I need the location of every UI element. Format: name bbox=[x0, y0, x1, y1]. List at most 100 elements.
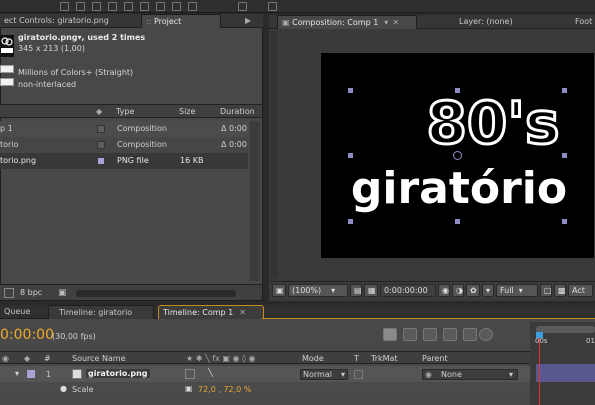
panel-menu-icon[interactable]: ▶ bbox=[245, 16, 255, 26]
safe-zones-icon[interactable]: ▤ bbox=[350, 284, 362, 297]
tab-footage[interactable]: Foot bbox=[571, 15, 595, 29]
column-duration[interactable]: Duration bbox=[220, 107, 255, 116]
time-navigator[interactable] bbox=[536, 326, 595, 333]
label-color[interactable] bbox=[97, 125, 105, 133]
tab-timeline-giratorio[interactable]: Timeline: giratorio bbox=[48, 305, 154, 319]
project-scrollbar[interactable] bbox=[250, 121, 260, 281]
column-type[interactable]: Type bbox=[116, 107, 134, 116]
column-size[interactable]: Size bbox=[179, 107, 195, 116]
tool-icon[interactable] bbox=[92, 2, 101, 11]
chevron-down-icon[interactable]: ▾ bbox=[384, 18, 388, 27]
stopwatch-icon[interactable]: ● bbox=[60, 384, 67, 393]
active-tab-underline bbox=[262, 318, 595, 319]
transform-handle[interactable] bbox=[348, 88, 353, 93]
close-icon[interactable]: ✕ bbox=[392, 18, 399, 27]
switches-icons[interactable]: ★ ✱ ╲ fx ▣ ◉ ◊ ◉ bbox=[186, 354, 256, 363]
bit-depth-button[interactable]: 8 bpc bbox=[20, 288, 42, 297]
transform-handle[interactable] bbox=[562, 88, 567, 93]
tool-icon[interactable] bbox=[268, 2, 277, 11]
chevron-down-icon: ▾ bbox=[509, 370, 514, 379]
shy-switch-icon[interactable] bbox=[185, 369, 195, 379]
tab-project-label: Project bbox=[153, 17, 182, 26]
current-time-display[interactable]: 0:00:00:00 bbox=[380, 284, 436, 297]
preserve-transparency-checkbox[interactable] bbox=[354, 370, 363, 379]
tab-project[interactable]: :: Project bbox=[141, 14, 221, 28]
top-toolbar bbox=[0, 0, 595, 13]
column-trkmat[interactable]: TrkMat bbox=[371, 354, 398, 363]
column-parent[interactable]: Parent bbox=[422, 354, 448, 363]
property-value[interactable]: 72,0 , 72,0 % bbox=[198, 385, 251, 394]
tool-icon[interactable] bbox=[140, 2, 149, 11]
hide-shy-layers-icon[interactable] bbox=[443, 328, 457, 341]
close-icon[interactable]: ✕ bbox=[239, 308, 246, 317]
timeline-current-time[interactable]: 0:00:00 bbox=[0, 327, 54, 343]
snapshot-icon[interactable]: ◉ bbox=[438, 284, 450, 297]
draft-3d-icon[interactable] bbox=[423, 328, 437, 341]
chevron-down-icon: ▾ bbox=[331, 286, 336, 295]
project-row[interactable]: torio Composition Δ 0:00 bbox=[0, 137, 248, 153]
tool-icon[interactable] bbox=[156, 2, 165, 11]
interpret-footage-icon[interactable] bbox=[4, 288, 14, 298]
blend-mode-dropdown[interactable]: Normal ▾ bbox=[300, 369, 348, 380]
tab-effect-controls[interactable]: ect Controls: giratorio.png bbox=[0, 14, 113, 28]
transform-handle[interactable] bbox=[455, 88, 460, 93]
column-t[interactable]: T bbox=[354, 354, 359, 363]
transform-handle[interactable] bbox=[455, 219, 460, 224]
label-color[interactable] bbox=[97, 141, 105, 149]
color-swatch bbox=[0, 65, 14, 73]
label-color[interactable] bbox=[97, 157, 105, 165]
tool-icon[interactable] bbox=[188, 2, 197, 11]
region-of-interest-icon[interactable]: □ bbox=[540, 284, 552, 297]
tool-icon[interactable] bbox=[60, 2, 69, 11]
label-column-icon[interactable]: ◆ bbox=[96, 107, 102, 116]
audio-video-icon[interactable]: ◉ bbox=[2, 354, 9, 363]
anchor-point-icon[interactable] bbox=[453, 151, 462, 160]
timeline-layer-row[interactable]: ▾ 1 giratorio.png ╲ Normal ▾ ◉ None ▾ bbox=[0, 366, 530, 382]
timeline-property-row[interactable]: ● Scale ▣ 72,0 , 72,0 % bbox=[0, 382, 530, 398]
horizontal-scrollbar[interactable] bbox=[76, 290, 236, 297]
layer-name[interactable]: giratorio.png bbox=[86, 369, 150, 378]
always-preview-icon[interactable]: ▣ bbox=[272, 284, 286, 297]
grid-icon[interactable]: ▦ bbox=[364, 284, 378, 297]
project-row[interactable]: p 1 Composition Δ 0:00 bbox=[0, 121, 248, 137]
tab-render-queue[interactable]: Queue bbox=[0, 305, 34, 319]
frame-blending-icon[interactable] bbox=[463, 328, 477, 341]
parent-dropdown[interactable]: ◉ None ▾ bbox=[422, 369, 518, 380]
transform-handle[interactable] bbox=[348, 219, 353, 224]
motion-blur-icon[interactable] bbox=[479, 328, 493, 341]
constrain-proportions-icon[interactable]: ▣ bbox=[185, 384, 193, 393]
layer-label-color[interactable] bbox=[27, 370, 35, 378]
channel-icon[interactable]: ✿ bbox=[466, 284, 480, 297]
live-update-icon[interactable] bbox=[403, 328, 417, 341]
expand-arrow-icon[interactable]: ▾ bbox=[15, 369, 19, 378]
resolution-dropdown[interactable]: Full ▾ bbox=[496, 284, 538, 297]
tool-icon[interactable] bbox=[238, 2, 247, 11]
color-channel-dropdown[interactable]: ▾ bbox=[482, 284, 494, 297]
magnification-dropdown[interactable]: (100%) ▾ bbox=[288, 284, 348, 297]
tab-layer[interactable]: Layer: (none) bbox=[455, 15, 517, 29]
show-snapshot-icon[interactable]: ◑ bbox=[452, 284, 464, 297]
column-mode[interactable]: Mode bbox=[302, 354, 324, 363]
time-indicator-head[interactable] bbox=[536, 332, 543, 338]
footage-file-icon bbox=[72, 369, 82, 379]
tool-icon[interactable] bbox=[172, 2, 181, 11]
tab-composition[interactable]: ▣ Composition: Comp 1 ▾ ✕ bbox=[277, 15, 417, 29]
active-camera-dropdown[interactable]: Act bbox=[568, 284, 593, 297]
current-time-indicator[interactable] bbox=[539, 334, 540, 405]
transparency-grid-icon[interactable]: ▩ bbox=[554, 284, 566, 297]
quality-switch-icon[interactable]: ╲ bbox=[208, 368, 213, 377]
transform-handle[interactable] bbox=[348, 153, 353, 158]
column-source-name[interactable]: Source Name bbox=[72, 354, 126, 363]
tool-icon[interactable] bbox=[76, 2, 85, 11]
pick-whip-icon[interactable]: ◉ bbox=[425, 370, 432, 379]
label-column-icon[interactable]: ◆ bbox=[24, 354, 30, 363]
comp-mini-flowchart-icon[interactable] bbox=[383, 328, 397, 341]
transform-handle[interactable] bbox=[562, 219, 567, 224]
tab-timeline-comp1[interactable]: Timeline: Comp 1 ✕ bbox=[158, 305, 264, 319]
transform-handle[interactable] bbox=[562, 153, 567, 158]
tool-icon[interactable] bbox=[124, 2, 133, 11]
layer-duration-bar[interactable] bbox=[536, 364, 595, 382]
trash-icon[interactable]: ▣ bbox=[58, 288, 68, 298]
project-row-selected[interactable]: torio.png PNG file 16 KB bbox=[0, 153, 248, 169]
tool-icon[interactable] bbox=[108, 2, 117, 11]
